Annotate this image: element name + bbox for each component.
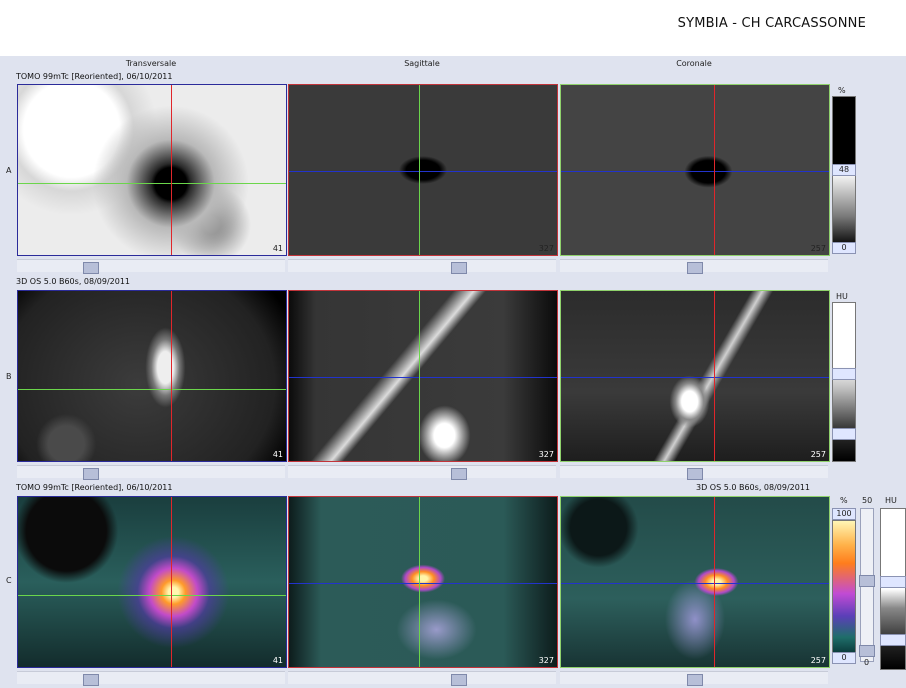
scrollbar-thumb-icon[interactable]	[83, 674, 99, 686]
crosshair-horizontal[interactable]	[289, 377, 557, 378]
crosshair-horizontal[interactable]	[561, 171, 829, 172]
crosshair-horizontal[interactable]	[561, 377, 829, 378]
scale-a-min[interactable]: 0	[832, 242, 856, 254]
slice-number: 257	[810, 450, 826, 459]
scale-c-unit-hu: HU	[885, 496, 897, 505]
fusion-blend-slider-track[interactable]	[859, 508, 875, 662]
slice-number: 327	[538, 244, 554, 253]
viewport-c-coronale[interactable]: 257	[560, 496, 830, 668]
slice-number: 327	[538, 656, 554, 665]
scrollbar-thumb-icon[interactable]	[83, 468, 99, 480]
crosshair-vertical[interactable]	[714, 291, 715, 461]
crosshair-horizontal[interactable]	[18, 183, 286, 184]
scrollbar-thumb-icon[interactable]	[83, 262, 99, 274]
scale-c-hu-window-upper[interactable]	[880, 576, 906, 588]
scrollbar-thumb-icon[interactable]	[859, 575, 875, 587]
scrollbar-b-transversale[interactable]	[17, 465, 285, 480]
scrollbar-a-coronale[interactable]	[560, 259, 828, 274]
row-label-c: C	[6, 576, 12, 585]
scrollbar-c-transversale[interactable]	[17, 671, 285, 686]
crosshair-horizontal[interactable]	[289, 583, 557, 584]
column-header-coronale: Coronale	[676, 59, 712, 68]
scrollbar-b-sagittale[interactable]	[288, 465, 556, 480]
scale-c-hu-window-lower[interactable]	[880, 634, 906, 646]
crosshair-horizontal[interactable]	[561, 583, 829, 584]
slice-number: 41	[272, 450, 283, 459]
scrollbar-a-sagittale[interactable]	[288, 259, 556, 274]
scale-b-window-upper[interactable]	[832, 368, 856, 380]
viewport-a-coronale[interactable]: 257	[560, 84, 830, 256]
scale-c-min[interactable]: 0	[832, 652, 856, 664]
scale-c-max[interactable]: 100	[832, 508, 856, 520]
series-label-row-c-right: 3D OS 5.0 B60s, 08/09/2011	[696, 483, 811, 492]
row-label-b: B	[6, 372, 12, 381]
scrollbar-thumb-icon[interactable]	[451, 468, 467, 480]
slice-number: 41	[272, 656, 283, 665]
title-bar: SYMBIA - CH CARCASSONNE	[0, 0, 906, 56]
scrollbar-thumb-icon[interactable]	[687, 468, 703, 480]
slice-number: 257	[810, 656, 826, 665]
slice-number: 41	[272, 244, 283, 253]
scale-a-window-level[interactable]: 48	[832, 164, 856, 176]
scale-c-fusion-colorbar[interactable]	[832, 520, 856, 654]
crosshair-horizontal[interactable]	[289, 171, 557, 172]
scrollbar-thumb-icon[interactable]	[687, 262, 703, 274]
viewport-a-sagittale[interactable]: 327	[288, 84, 558, 256]
series-label-row-a: TOMO 99mTc [Reoriented], 06/10/2011	[16, 72, 173, 81]
scrollbar-b-coronale[interactable]	[560, 465, 828, 480]
scrollbar-c-sagittale[interactable]	[288, 671, 556, 686]
crosshair-vertical[interactable]	[171, 85, 172, 255]
scale-b-window-lower[interactable]	[832, 428, 856, 440]
scrollbar-a-transversale[interactable]	[17, 259, 285, 274]
scrollbar-c-coronale[interactable]	[560, 671, 828, 686]
scale-c-mid-label: 50	[862, 496, 873, 505]
crosshair-horizontal[interactable]	[18, 389, 286, 390]
series-label-row-b: 3D OS 5.0 B60s, 08/09/2011	[16, 277, 131, 286]
row-label-a: A	[6, 166, 12, 175]
crosshair-vertical[interactable]	[419, 291, 420, 461]
scrollbar-thumb-icon[interactable]	[687, 674, 703, 686]
crosshair-vertical[interactable]	[419, 497, 420, 667]
viewport-b-transversale[interactable]: 41	[17, 290, 287, 462]
scale-a-unit: %	[838, 86, 846, 95]
slice-number: 327	[538, 450, 554, 459]
column-header-sagittale: Sagittale	[404, 59, 440, 68]
crosshair-vertical[interactable]	[714, 497, 715, 667]
viewport-b-coronale[interactable]: 257	[560, 290, 830, 462]
series-label-row-c-left: TOMO 99mTc [Reoriented], 06/10/2011	[16, 483, 173, 492]
crosshair-vertical[interactable]	[171, 291, 172, 461]
column-header-transversale: Transversale	[125, 59, 177, 68]
viewport-c-sagittale[interactable]: 327	[288, 496, 558, 668]
scrollbar-thumb-icon[interactable]	[451, 674, 467, 686]
scrollbar-thumb-icon[interactable]	[451, 262, 467, 274]
crosshair-vertical[interactable]	[419, 85, 420, 255]
scrollbar-thumb-icon[interactable]	[859, 645, 875, 657]
slice-number: 257	[810, 244, 826, 253]
viewport-c-transversale[interactable]: 41	[17, 496, 287, 668]
scale-c-hu-min: 0	[864, 658, 870, 667]
scale-c-unit-percent: %	[840, 496, 848, 505]
crosshair-vertical[interactable]	[171, 497, 172, 667]
viewport-b-sagittale[interactable]: 327	[288, 290, 558, 462]
crosshair-horizontal[interactable]	[18, 595, 286, 596]
site-name: SYMBIA - CH CARCASSONNE	[677, 16, 866, 31]
scale-b-unit: HU	[836, 292, 848, 301]
crosshair-vertical[interactable]	[714, 85, 715, 255]
viewport-a-transversale[interactable]: 41	[17, 84, 287, 256]
